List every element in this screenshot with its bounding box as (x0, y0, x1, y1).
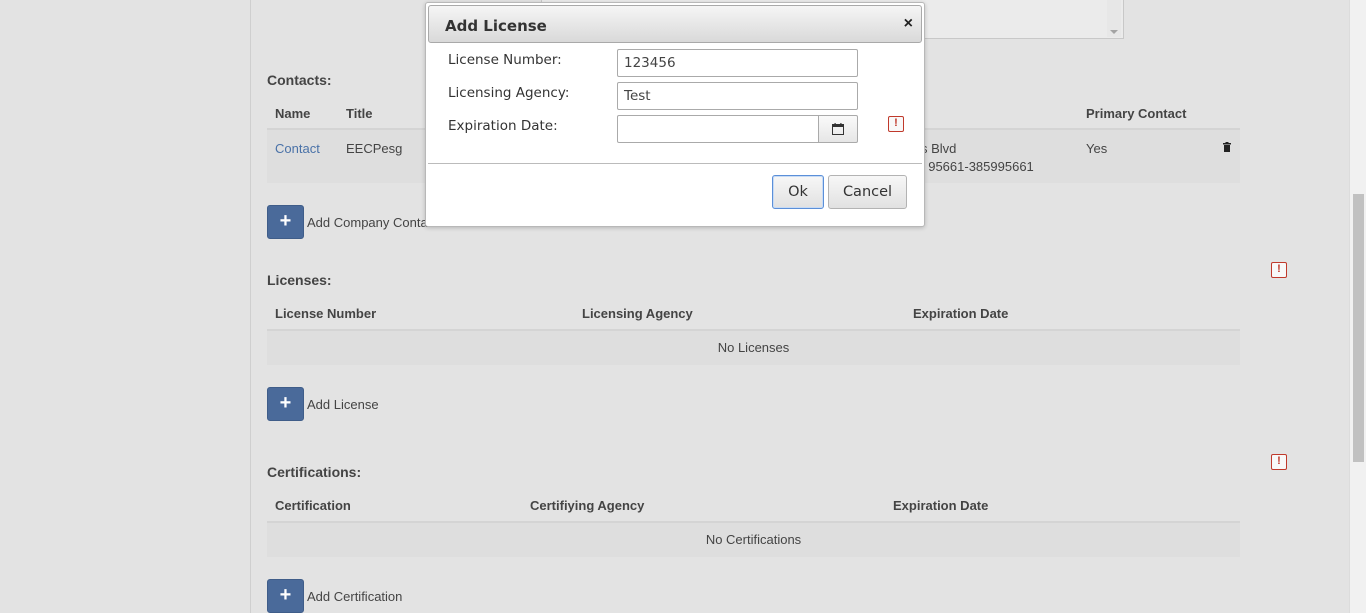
column-header-name: Name (275, 106, 311, 121)
plus-icon: + (279, 210, 292, 232)
certifications-table-header: Certification Certifiying Agency Expirat… (267, 489, 1240, 523)
column-header-certification: Certification (275, 498, 351, 513)
expiration-warning-icon: ! (888, 116, 904, 132)
dialog-divider (428, 163, 922, 164)
plus-icon: + (279, 392, 292, 414)
add-license-group: + Add License (267, 387, 379, 421)
license-number-input[interactable]: 123456 (617, 49, 858, 77)
add-certification-button[interactable]: + (267, 579, 304, 613)
licenses-table: License Number Licensing Agency Expirati… (267, 297, 1240, 365)
add-license-dialog: Add License × License Number: 123456 Lic… (425, 2, 925, 227)
left-gutter (0, 0, 250, 613)
dialog-title: Add License (445, 17, 547, 35)
page-scrollbar[interactable] (1349, 0, 1366, 613)
dialog-header[interactable]: Add License × (428, 5, 922, 43)
add-contact-group: + Add Company Conta (267, 205, 428, 239)
licensing-agency-label: Licensing Agency: (448, 85, 570, 101)
column-header-expiration-date: Expiration Date (893, 498, 989, 513)
column-header-title: Title (346, 106, 373, 121)
scrollbar-thumb[interactable] (1353, 194, 1364, 462)
close-icon[interactable]: × (904, 15, 913, 33)
column-header-certifying-agency: Certifiying Agency (530, 498, 645, 513)
contacts-title: Contacts: (267, 72, 332, 88)
certifications-table: Certification Certifiying Agency Expirat… (267, 489, 1240, 557)
add-certification-label[interactable]: Add Certification (307, 589, 402, 604)
licenses-warning-icon: ! (1271, 262, 1287, 278)
certifications-title: Certifications: (267, 464, 362, 480)
ok-button[interactable]: Ok (772, 175, 824, 209)
column-header-licensing-agency: Licensing Agency (582, 306, 693, 321)
add-license-button[interactable]: + (267, 387, 304, 421)
add-certification-group: + Add Certification (267, 579, 402, 613)
column-header-primary-contact: Primary Contact (1086, 106, 1187, 121)
expiration-date-label: Expiration Date: (448, 118, 558, 134)
scroll-down-arrow-icon[interactable] (1110, 30, 1118, 34)
add-contact-label[interactable]: Add Company Conta (307, 215, 428, 230)
license-number-label: License Number: (448, 52, 562, 68)
expiration-date-input[interactable] (617, 115, 819, 143)
plus-icon: + (279, 584, 292, 606)
contact-title: EECPesg (346, 141, 403, 156)
licenses-title: Licenses: (267, 272, 332, 288)
licensing-agency-input[interactable]: Test (617, 82, 858, 110)
cancel-button[interactable]: Cancel (828, 175, 907, 209)
licenses-table-header: License Number Licensing Agency Expirati… (267, 297, 1240, 331)
contact-name-link[interactable]: Contact (275, 141, 320, 156)
certifications-warning-icon: ! (1271, 454, 1287, 470)
contact-address-line2: 95661-385995661 (921, 159, 1034, 174)
contact-primary: Yes (1086, 141, 1108, 156)
right-gutter (1241, 0, 1349, 613)
calendar-icon (832, 123, 844, 135)
calendar-button[interactable] (818, 115, 858, 143)
certifications-empty-row: No Certifications (267, 523, 1240, 557)
contact-address-line1: s Blvd (921, 141, 957, 156)
add-license-label[interactable]: Add License (307, 397, 379, 412)
column-header-license-number: License Number (275, 306, 377, 321)
trash-icon[interactable] (1223, 142, 1231, 152)
column-header-expiration-date: Expiration Date (913, 306, 1009, 321)
add-contact-button[interactable]: + (267, 205, 304, 239)
licenses-empty-row: No Licenses (267, 331, 1240, 365)
